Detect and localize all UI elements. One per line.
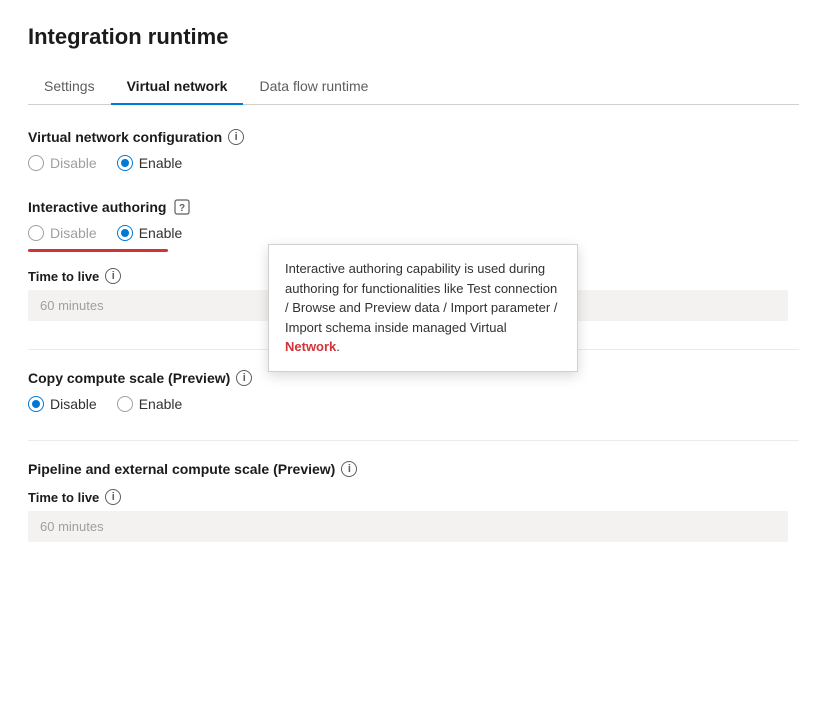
interactive-authoring-tooltip: Interactive authoring capability is used… [268, 244, 578, 372]
interactive-authoring-red-bar [28, 249, 168, 252]
interactive-authoring-enable-radio-outer [117, 225, 133, 241]
virtual-network-enable-radio-inner [121, 159, 129, 167]
copy-compute-scale-radio-group: Disable Enable [28, 396, 799, 412]
interactive-authoring-enable-radio-inner [121, 229, 129, 237]
time-to-live-2-info-icon[interactable]: i [105, 489, 121, 505]
interactive-authoring-disable-radio-outer [28, 225, 44, 241]
copy-compute-scale-disable-radio[interactable]: Disable [28, 396, 97, 412]
virtual-network-enable-radio-outer [117, 155, 133, 171]
copy-compute-scale-title: Copy compute scale (Preview) i [28, 370, 799, 386]
virtual-network-enable-radio[interactable]: Enable [117, 155, 183, 171]
copy-compute-scale-enable-radio[interactable]: Enable [117, 396, 183, 412]
tab-virtual-network[interactable]: Virtual network [111, 68, 244, 104]
virtual-network-config-section: Virtual network configuration i Disable … [28, 129, 799, 171]
copy-compute-scale-disable-radio-outer [28, 396, 44, 412]
pipeline-external-compute-scale-info-icon[interactable]: i [341, 461, 357, 477]
interactive-authoring-disable-radio[interactable]: Disable [28, 225, 97, 241]
tab-settings[interactable]: Settings [28, 68, 111, 104]
virtual-network-disable-radio[interactable]: Disable [28, 155, 97, 171]
copy-compute-scale-disable-radio-inner [32, 400, 40, 408]
copy-compute-scale-info-icon[interactable]: i [236, 370, 252, 386]
divider-2 [28, 440, 799, 441]
virtual-network-config-title: Virtual network configuration i [28, 129, 799, 145]
interactive-authoring-title: Interactive authoring [28, 199, 166, 215]
pipeline-external-compute-scale-section: Pipeline and external compute scale (Pre… [28, 461, 799, 542]
virtual-network-disable-radio-outer [28, 155, 44, 171]
tab-bar: Settings Virtual network Data flow runti… [28, 68, 799, 105]
time-to-live-1-info-icon[interactable]: i [105, 268, 121, 284]
copy-compute-scale-enable-radio-outer [117, 396, 133, 412]
interactive-authoring-title-row: Interactive authoring ? [28, 199, 799, 215]
interactive-authoring-help-icon[interactable]: ? [174, 199, 190, 215]
time-to-live-2-label: Time to live i [28, 489, 799, 505]
time-to-live-2-input[interactable]: 60 minutes [28, 511, 788, 542]
tab-data-flow-runtime[interactable]: Data flow runtime [243, 68, 384, 104]
svg-text:?: ? [179, 203, 185, 214]
page-title: Integration runtime [28, 24, 799, 50]
pipeline-external-compute-scale-title: Pipeline and external compute scale (Pre… [28, 461, 799, 477]
copy-compute-scale-section: Copy compute scale (Preview) i Disable E… [28, 370, 799, 412]
virtual-network-config-radio-group: Disable Enable [28, 155, 799, 171]
virtual-network-config-info-icon[interactable]: i [228, 129, 244, 145]
interactive-authoring-enable-radio[interactable]: Enable [117, 225, 183, 241]
time-to-live-2-block: Time to live i 60 minutes [28, 489, 799, 542]
interactive-authoring-radio-group: Disable Enable [28, 225, 799, 241]
tooltip-highlight: Network [285, 339, 336, 354]
